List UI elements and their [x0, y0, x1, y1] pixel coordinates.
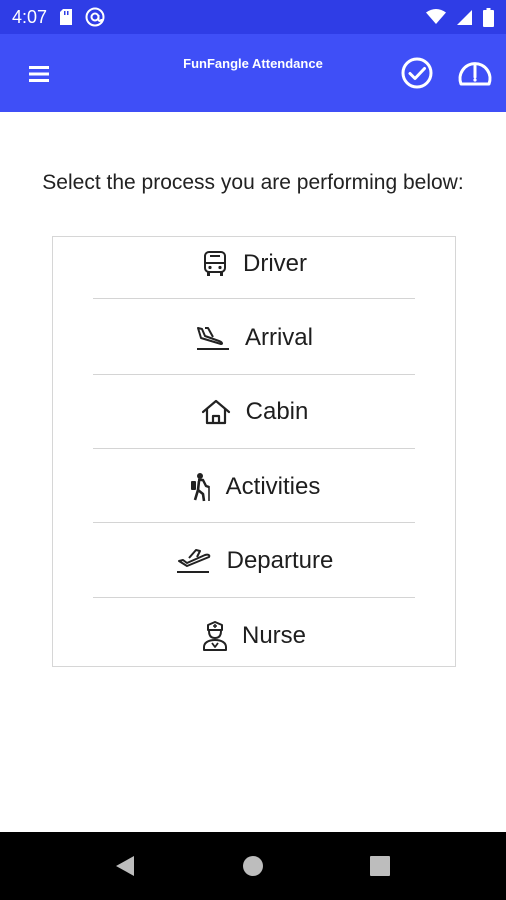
check-circle-icon	[401, 57, 433, 89]
option-label: Activities	[225, 473, 321, 500]
gauge-button[interactable]	[456, 56, 494, 90]
house-icon	[200, 398, 232, 426]
wifi-icon	[426, 9, 446, 25]
plane-landing-icon	[195, 324, 231, 352]
nurse-icon	[202, 621, 228, 651]
home-button[interactable]	[242, 855, 264, 882]
gauge-icon	[458, 62, 492, 86]
option-nurse[interactable]: Nurse	[93, 599, 415, 673]
process-prompt: Select the process you are performing be…	[42, 171, 464, 194]
check-button[interactable]	[400, 56, 434, 90]
home-circle-icon	[243, 856, 263, 876]
status-time: 4:07	[12, 6, 48, 27]
bus-icon	[201, 250, 229, 278]
divider	[93, 298, 415, 299]
status-right	[426, 7, 494, 27]
option-label: Departure	[226, 547, 334, 574]
recents-button[interactable]	[369, 855, 391, 882]
divider	[93, 522, 415, 523]
signal-icon	[456, 9, 473, 26]
back-triangle-icon	[116, 856, 134, 876]
option-driver[interactable]: Driver	[93, 227, 415, 301]
at-sign-icon	[85, 7, 105, 27]
hiker-icon	[188, 472, 212, 502]
option-label: Driver	[243, 250, 307, 277]
option-cabin[interactable]: Cabin	[93, 375, 415, 449]
divider	[93, 448, 415, 449]
divider	[93, 597, 415, 598]
option-arrival[interactable]: Arrival	[93, 301, 415, 375]
back-button[interactable]	[114, 854, 136, 883]
option-label: Nurse	[241, 622, 307, 649]
status-left: 4:07	[12, 7, 105, 28]
process-list: Driver Arrival Cabin Activities Departur…	[52, 236, 456, 667]
recents-square-icon	[370, 856, 390, 876]
status-bar: 4:07	[0, 0, 506, 34]
option-activities[interactable]: Activities	[93, 450, 415, 524]
plane-departure-icon	[175, 547, 213, 575]
sd-card-icon	[59, 8, 73, 26]
battery-icon	[483, 7, 494, 27]
option-label: Arrival	[244, 324, 313, 351]
option-departure[interactable]: Departure	[93, 524, 415, 598]
option-label: Cabin	[245, 398, 309, 425]
app-bar: FunFangle Attendance	[0, 34, 506, 112]
